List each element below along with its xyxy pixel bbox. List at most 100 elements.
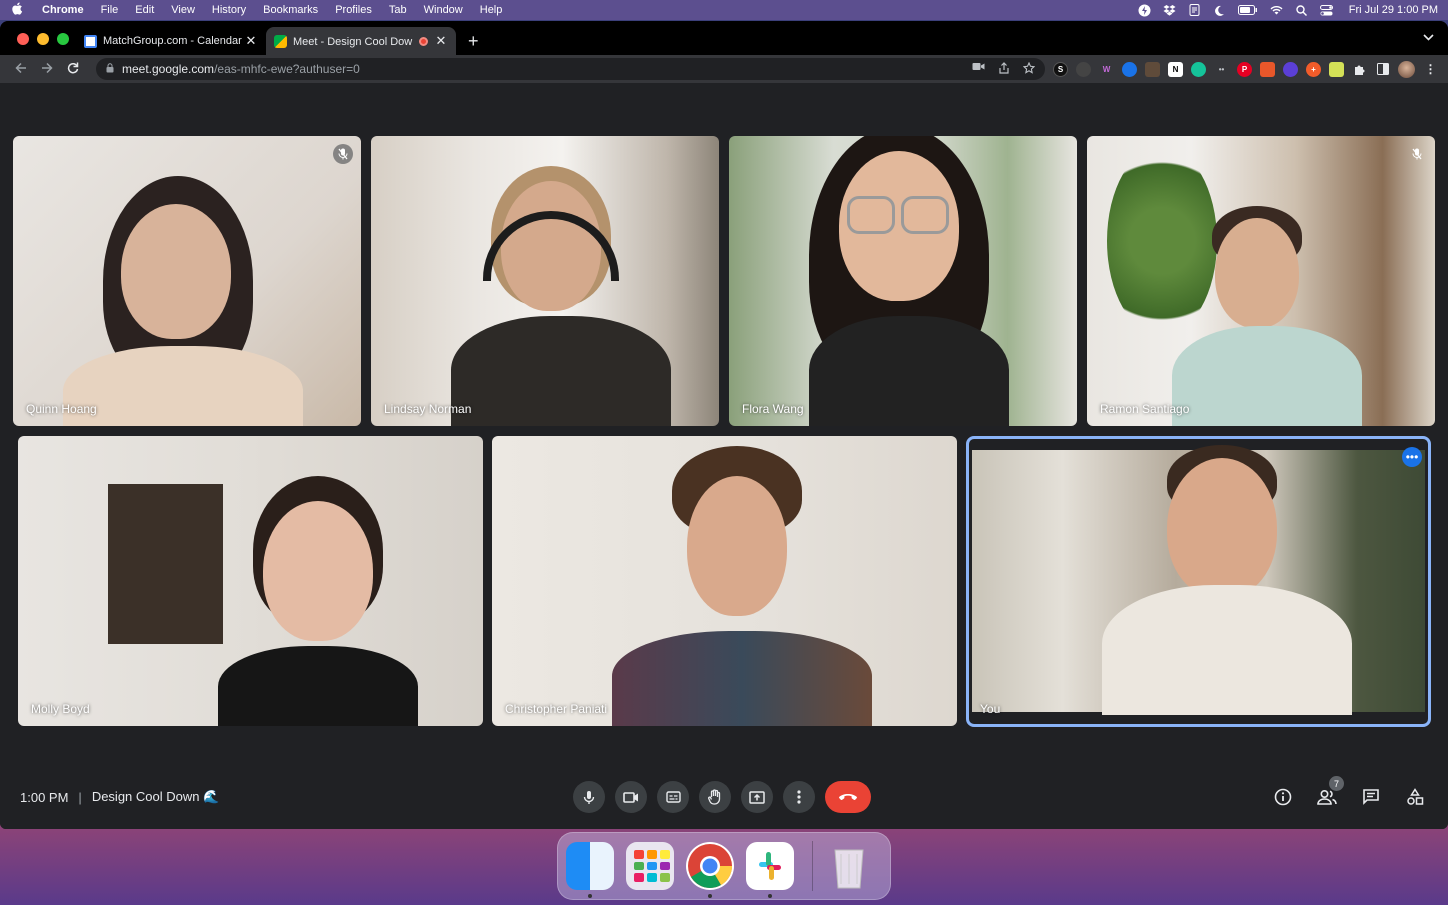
menu-tab[interactable]: Tab <box>389 4 407 16</box>
share-icon[interactable] <box>999 61 1009 77</box>
participant-tile-christopher-paniati[interactable]: Christopher Paniati <box>492 436 957 726</box>
url-path: /eas-mhfc-ewe?authuser=0 <box>214 62 360 76</box>
participant-video <box>1172 206 1362 426</box>
close-tab-icon[interactable]: ✕ <box>244 33 258 49</box>
camera-in-use-icon[interactable] <box>972 62 985 77</box>
leave-call-button[interactable] <box>825 781 871 813</box>
more-options-icon[interactable]: ••• <box>1402 447 1422 467</box>
menu-file[interactable]: File <box>101 4 119 16</box>
activities-button[interactable] <box>1404 786 1426 808</box>
profile-avatar[interactable] <box>1398 60 1415 78</box>
participant-tile-lindsay-norman[interactable]: Lindsay Norman <box>371 136 719 426</box>
microphone-icon <box>583 790 595 804</box>
menu-help[interactable]: Help <box>480 4 503 16</box>
participant-tile-self[interactable]: ••• You <box>966 436 1431 727</box>
menu-window[interactable]: Window <box>424 4 463 16</box>
mic-muted-icon <box>333 144 353 164</box>
participant-tile-molly-boyd[interactable]: Molly Boyd <box>18 436 483 726</box>
new-tab-button[interactable]: + <box>468 27 479 55</box>
meeting-details-button[interactable] <box>1272 786 1294 808</box>
apple-menu-icon[interactable] <box>10 2 24 18</box>
tab-strip: MatchGroup.com - Calendar - ✕ Meet - Des… <box>0 21 1448 55</box>
pinterest-icon[interactable]: P <box>1237 61 1252 77</box>
trash-icon[interactable] <box>825 842 873 890</box>
present-icon <box>749 790 765 804</box>
meet-stage: Quinn Hoang Lindsay Norman Flora Wang Ra… <box>0 83 1448 829</box>
finder-icon[interactable] <box>566 842 614 898</box>
wifi-icon[interactable] <box>1270 4 1283 16</box>
captions-button[interactable] <box>657 781 689 813</box>
participant-video <box>789 136 1029 426</box>
window-controls <box>17 33 69 45</box>
side-panel-icon[interactable] <box>1375 62 1390 77</box>
menu-view[interactable]: View <box>171 4 195 16</box>
slack-icon[interactable] <box>746 842 794 898</box>
more-options-button[interactable] <box>783 781 815 813</box>
reload-icon[interactable] <box>62 61 84 77</box>
zoom-window-button[interactable] <box>57 33 69 45</box>
microphone-button[interactable] <box>573 781 605 813</box>
grammarly-icon[interactable] <box>1191 61 1206 77</box>
document-icon[interactable] <box>1188 4 1201 16</box>
url-host: meet.google.com <box>122 62 215 76</box>
camera-button[interactable] <box>615 781 647 813</box>
tab-calendar[interactable]: MatchGroup.com - Calendar - ✕ <box>76 27 266 55</box>
tab-search-chevron-icon[interactable] <box>1423 32 1434 44</box>
participant-tile-quinn-hoang[interactable]: Quinn Hoang <box>13 136 361 426</box>
menu-history[interactable]: History <box>212 4 246 16</box>
dark-extension-icon[interactable] <box>1076 61 1091 77</box>
tab-meet[interactable]: Meet - Design Cool Down 🌊 ✕ <box>266 27 456 55</box>
chrome-icon[interactable] <box>686 842 734 898</box>
meeting-info: 1:00 PM | Design Cool Down 🌊 <box>20 789 219 805</box>
wall-painting <box>108 484 223 644</box>
forward-arrow-icon[interactable] <box>36 61 58 77</box>
menu-edit[interactable]: Edit <box>135 4 154 16</box>
dots-extension-icon[interactable]: •• <box>1214 62 1229 77</box>
meet-controls-bar: 1:00 PM | Design Cool Down 🌊 7 <box>0 765 1448 829</box>
brown-extension-icon[interactable] <box>1145 61 1160 77</box>
blue-extension-icon[interactable] <box>1122 61 1137 77</box>
info-separator: | <box>78 789 82 805</box>
w-extension-icon[interactable]: W <box>1099 62 1114 77</box>
search-icon[interactable] <box>1295 4 1308 16</box>
s-extension-icon[interactable]: S <box>1053 61 1068 77</box>
menu-profiles[interactable]: Profiles <box>335 4 372 16</box>
control-center-icon[interactable] <box>1319 4 1333 16</box>
plus-extension-icon[interactable]: + <box>1306 61 1321 77</box>
participant-tile-flora-wang[interactable]: Flora Wang <box>729 136 1077 426</box>
launchpad-icon[interactable] <box>626 842 674 890</box>
running-indicator <box>768 894 772 898</box>
menu-app-name[interactable]: Chrome <box>42 4 84 16</box>
menu-bookmarks[interactable]: Bookmarks <box>263 4 318 16</box>
minimize-window-button[interactable] <box>37 33 49 45</box>
participant-tile-ramon-santiago[interactable]: Ramon Santiago <box>1087 136 1435 426</box>
orange-extension-icon[interactable] <box>1260 61 1275 77</box>
bolt-icon[interactable] <box>1138 4 1151 16</box>
present-screen-button[interactable] <box>741 781 773 813</box>
back-arrow-icon[interactable] <box>10 61 32 77</box>
address-bar[interactable]: meet.google.com /eas-mhfc-ewe?authuser=0 <box>96 58 1045 80</box>
bookmark-star-icon[interactable] <box>1022 61 1036 77</box>
close-tab-icon[interactable]: ✕ <box>434 33 448 49</box>
yellow-extension-icon[interactable] <box>1329 61 1344 77</box>
dropbox-icon[interactable] <box>1163 4 1176 16</box>
people-count-badge: 7 <box>1329 776 1344 791</box>
kebab-menu-icon[interactable]: ⋮ <box>1423 62 1438 77</box>
participant-video <box>612 446 872 726</box>
participant-name: Molly Boyd <box>31 702 90 716</box>
raise-hand-button[interactable] <box>699 781 731 813</box>
close-window-button[interactable] <box>17 33 29 45</box>
battery-icon[interactable] <box>1237 4 1258 16</box>
notion-icon[interactable]: N <box>1168 61 1183 77</box>
puzzle-icon[interactable] <box>1352 62 1367 77</box>
purple-extension-icon[interactable] <box>1283 61 1298 77</box>
lock-icon[interactable] <box>106 62 114 76</box>
meeting-time: 1:00 PM <box>20 789 69 805</box>
menubar-clock[interactable]: Fri Jul 29 1:00 PM <box>1349 4 1438 16</box>
moon-icon[interactable] <box>1213 4 1226 16</box>
running-indicator <box>708 894 712 898</box>
menubar-status-area: Fri Jul 29 1:00 PM <box>1138 4 1438 16</box>
browser-toolbar: meet.google.com /eas-mhfc-ewe?authuser=0… <box>0 55 1448 83</box>
chat-button[interactable] <box>1360 786 1382 808</box>
people-button[interactable]: 7 <box>1316 776 1344 808</box>
